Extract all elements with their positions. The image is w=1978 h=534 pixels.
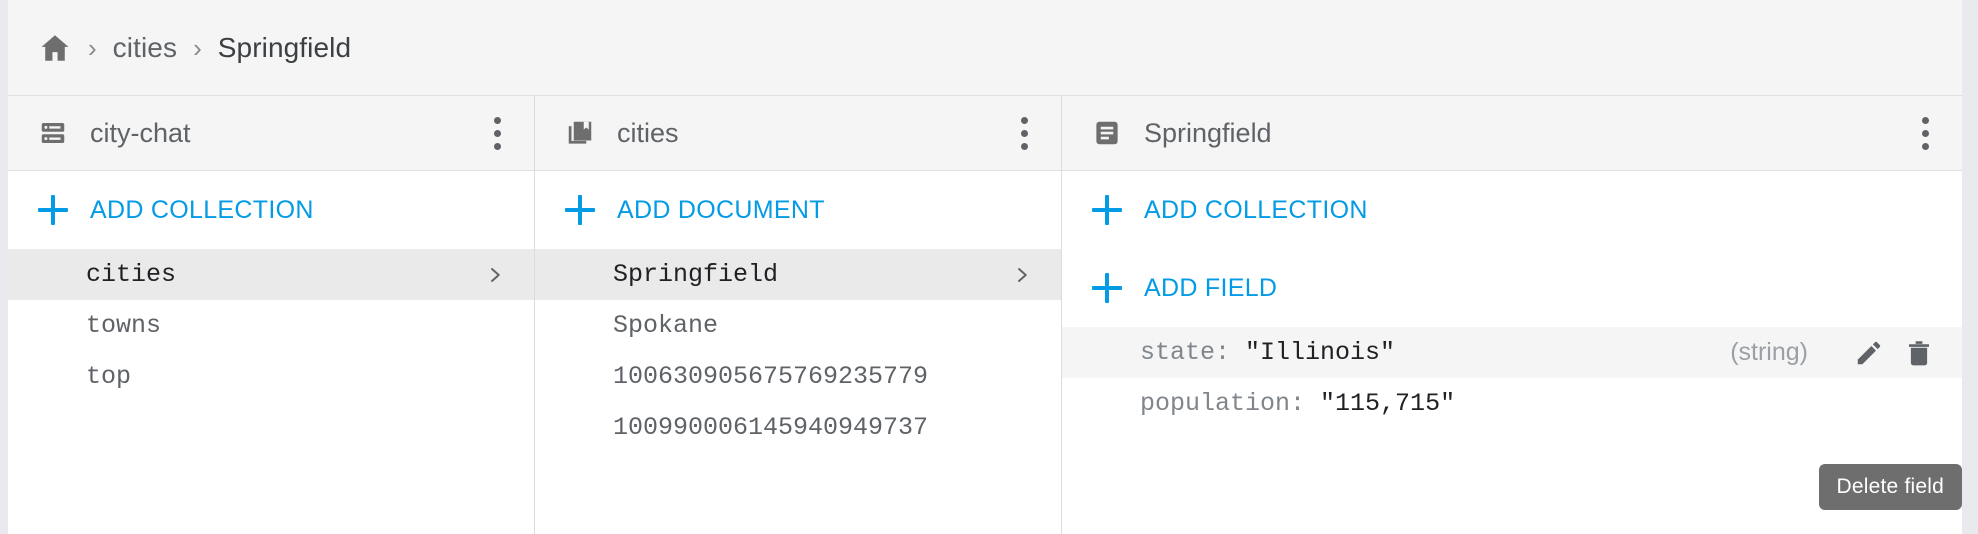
add-collection-button-subcollection[interactable]: ADD COLLECTION (1062, 171, 1962, 249)
breadcrumb-item-cities[interactable]: cities (113, 32, 177, 64)
chevron-right-icon (486, 261, 504, 289)
list-item-top[interactable]: top (8, 351, 534, 402)
plus-icon (38, 195, 68, 225)
add-document-label: ADD DOCUMENT (617, 195, 825, 224)
field-row-population[interactable]: population: "115,715" (1062, 378, 1962, 429)
list-item-spokane[interactable]: Spokane (535, 300, 1061, 351)
document-id: Spokane (613, 311, 719, 340)
document-id: Springfield (613, 260, 779, 289)
breadcrumb-item-springfield[interactable]: Springfield (218, 32, 351, 64)
collection-name: cities (86, 260, 177, 289)
breadcrumb-separator-1: › (88, 32, 97, 63)
home-icon[interactable] (38, 31, 72, 65)
panel-header-database: city-chat (8, 96, 534, 171)
add-field-button[interactable]: ADD FIELD (1062, 249, 1962, 327)
document-id: 100990006145940949737 (613, 413, 929, 442)
field-key: state: (1140, 338, 1231, 367)
database-icon (38, 118, 68, 148)
add-collection-label: ADD COLLECTION (1144, 195, 1368, 224)
document-icon (1092, 118, 1122, 148)
kebab-menu-icon[interactable] (482, 114, 512, 152)
plus-icon (1092, 195, 1122, 225)
panel-header-document: Springfield (1062, 96, 1962, 171)
breadcrumb: › cities › Springfield (8, 0, 1962, 96)
add-collection-label: ADD COLLECTION (90, 195, 314, 224)
field-key: population: (1140, 389, 1306, 418)
add-collection-button-root[interactable]: ADD COLLECTION (8, 171, 534, 249)
plus-icon (565, 195, 595, 225)
field-type-label: (string) (1730, 338, 1808, 366)
breadcrumb-separator-2: › (193, 32, 202, 63)
document-id: 100630905675769235779 (613, 362, 929, 391)
collection-name: towns (86, 311, 162, 340)
list-item-document-4[interactable]: 100990006145940949737 (535, 402, 1061, 453)
list-item-springfield[interactable]: Springfield (535, 249, 1061, 300)
field-text: population: "115,715" (1140, 389, 1908, 418)
page-card: › cities › Springfield city-chat ADD COL… (8, 0, 1962, 534)
field-value: "Illinois" (1245, 338, 1396, 367)
add-document-button[interactable]: ADD DOCUMENT (535, 171, 1061, 249)
collection-name: top (86, 362, 132, 391)
pencil-icon[interactable] (1854, 338, 1884, 368)
list-item-document-3[interactable]: 100630905675769235779 (535, 351, 1061, 402)
add-field-label: ADD FIELD (1144, 273, 1278, 302)
trash-icon[interactable] (1904, 338, 1934, 368)
field-row-state[interactable]: state: "Illinois" (string) (1062, 327, 1962, 378)
kebab-menu-icon[interactable] (1009, 114, 1039, 152)
plus-icon (1092, 273, 1122, 303)
tooltip-delete-field: Delete field (1818, 464, 1962, 510)
collection-name: cities (617, 117, 679, 148)
panel-fields: Springfield ADD COLLECTION ADD FIELD sta… (1062, 96, 1962, 534)
field-text: state: "Illinois" (1140, 338, 1730, 367)
panel-documents: cities ADD DOCUMENT Springfield Spokane … (535, 96, 1062, 534)
kebab-menu-icon[interactable] (1910, 114, 1940, 152)
document-id: Springfield (1144, 117, 1272, 148)
panel-header-collection: cities (535, 96, 1061, 171)
chevron-right-icon (1013, 261, 1031, 289)
collection-icon (565, 118, 595, 148)
firestore-data-browser: › cities › Springfield city-chat ADD COL… (0, 0, 1978, 534)
panel-container: city-chat ADD COLLECTION cities towns to… (8, 96, 1962, 534)
database-name: city-chat (90, 117, 191, 148)
list-item-towns[interactable]: towns (8, 300, 534, 351)
list-item-cities[interactable]: cities (8, 249, 534, 300)
field-value: "115,715" (1320, 389, 1456, 418)
panel-root-collections: city-chat ADD COLLECTION cities towns to… (8, 96, 535, 534)
